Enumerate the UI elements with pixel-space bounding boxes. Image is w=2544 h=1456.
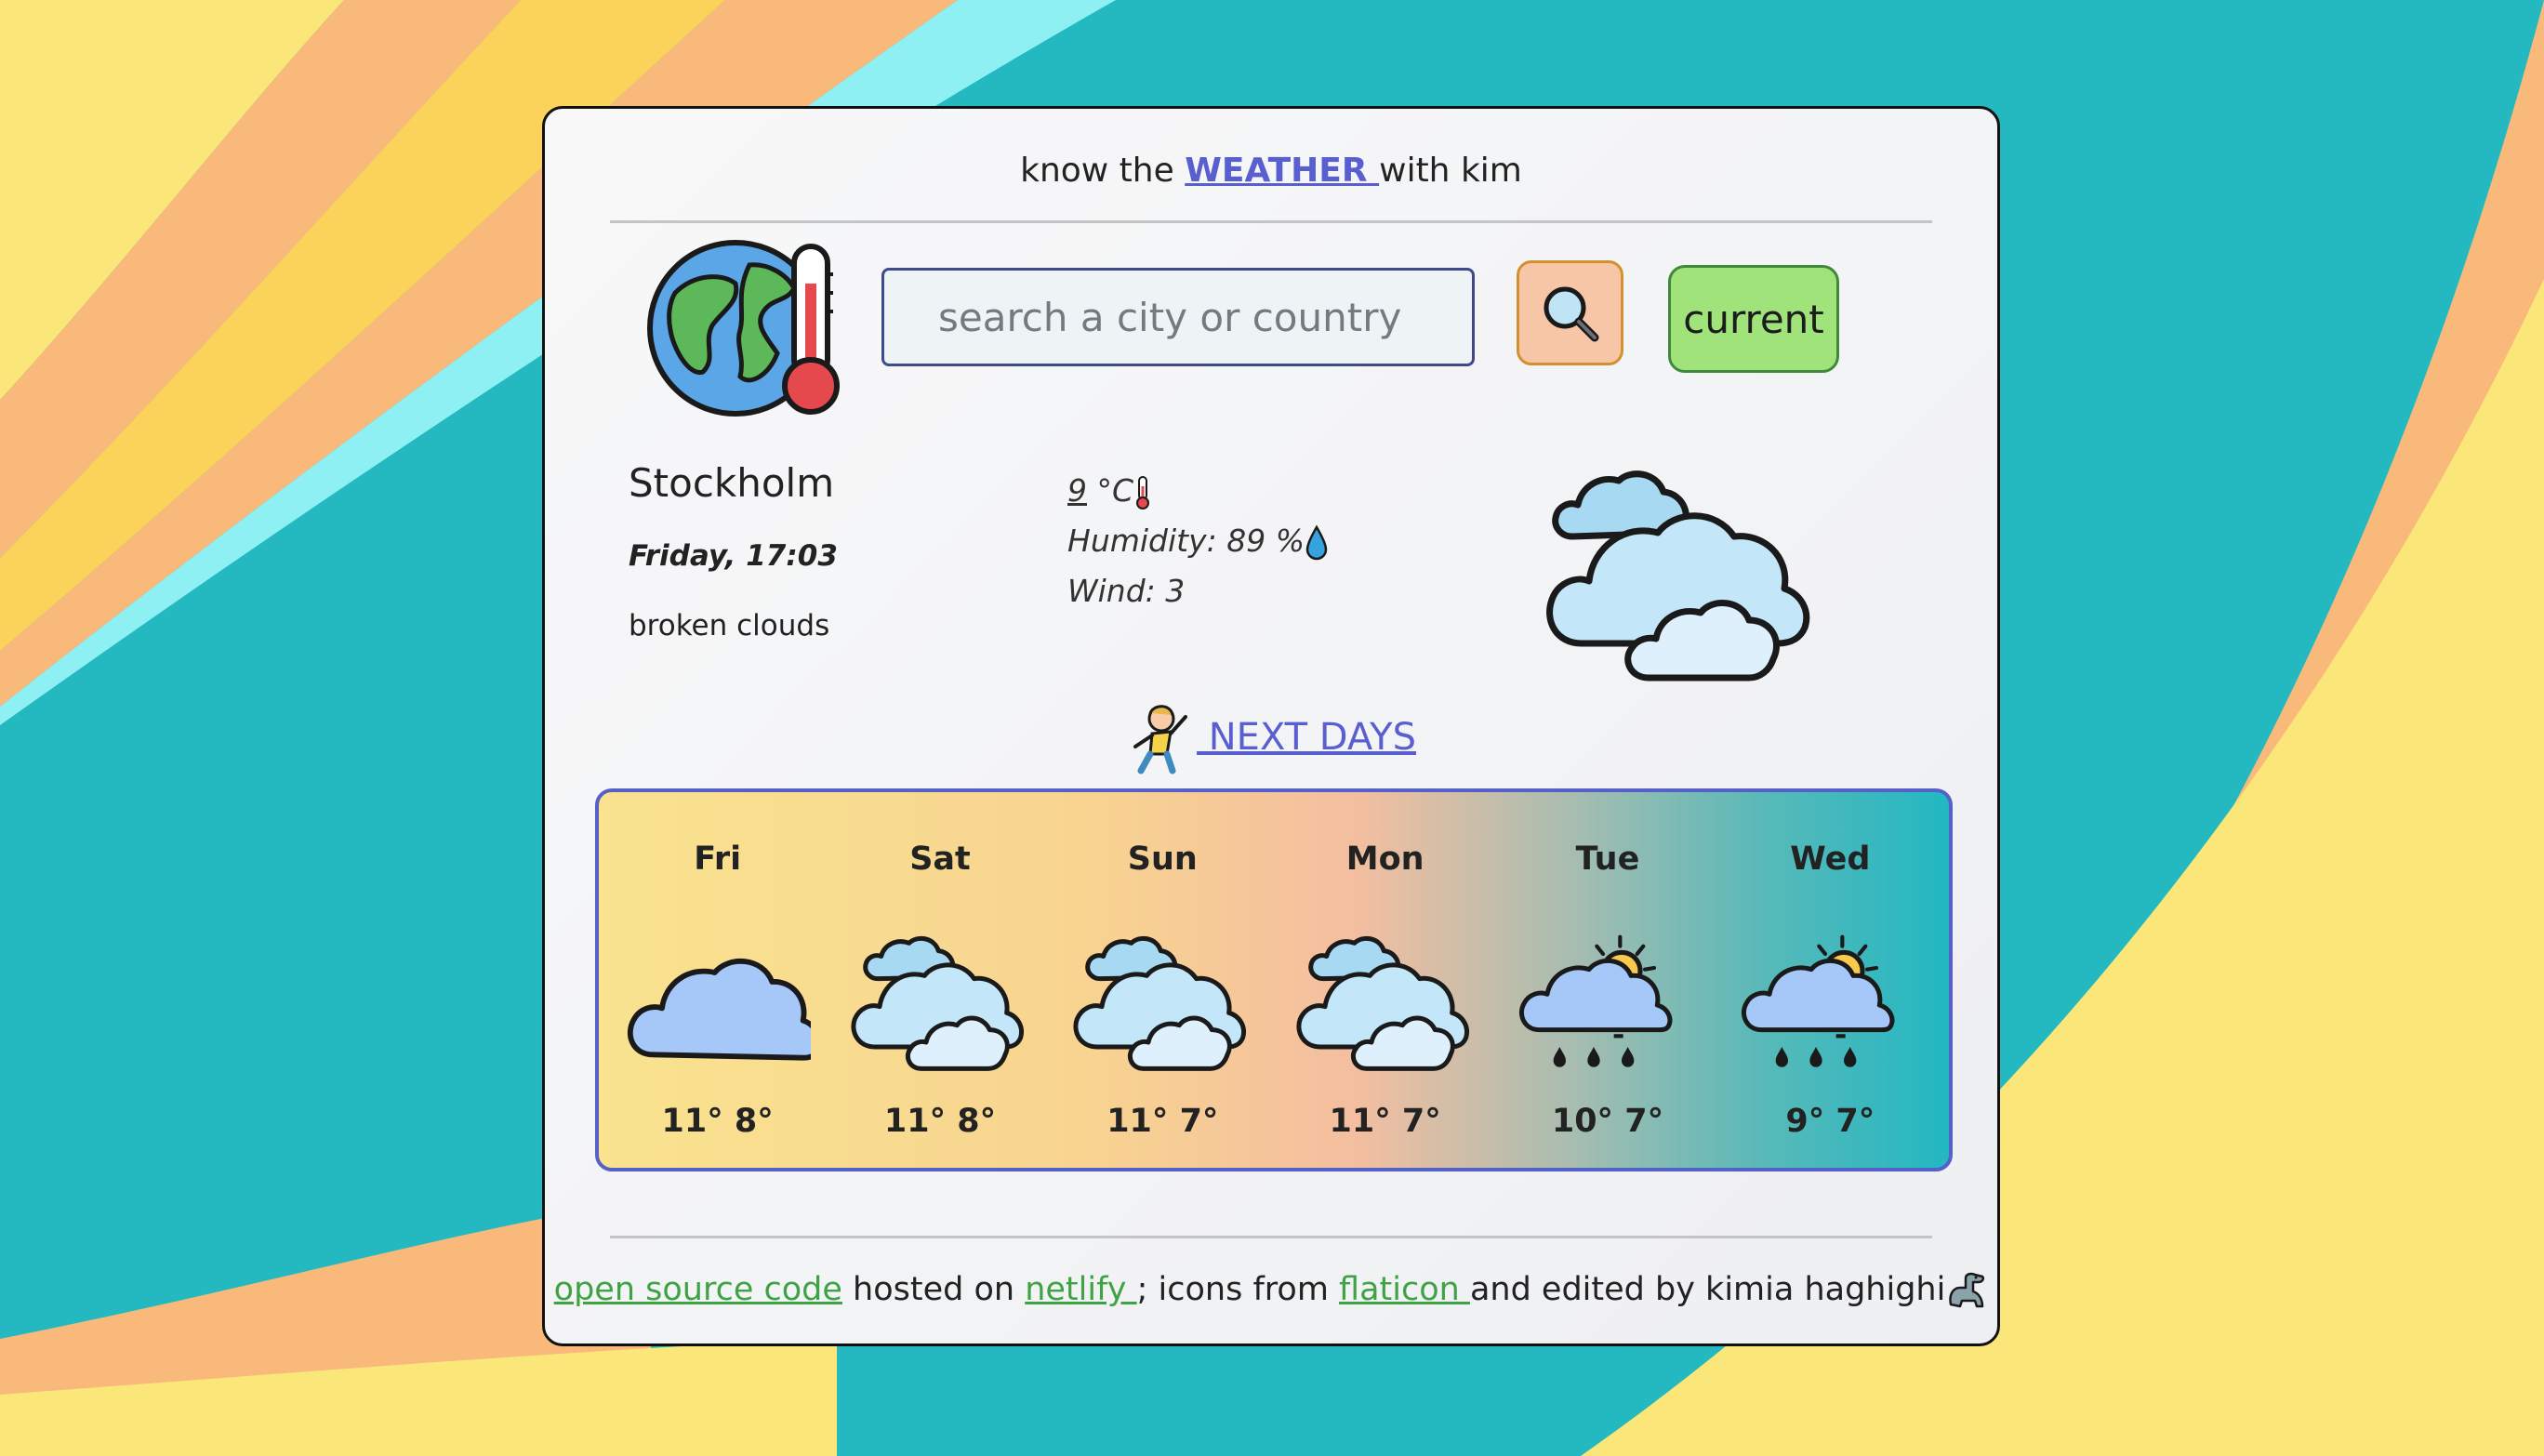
divider — [610, 1236, 1932, 1238]
netlify-link[interactable]: netlify — [1025, 1271, 1136, 1308]
temperature-row: 9 °C — [1067, 466, 1329, 516]
search-input[interactable] — [881, 268, 1475, 366]
footer-edited-text: and edited by kimia haghighi — [1469, 1271, 1946, 1308]
divider — [610, 220, 1932, 223]
forecast-day: Sun 11° 7° — [1052, 792, 1274, 1168]
heading-suffix: with kim — [1379, 152, 1522, 190]
forecast-day-name: Sun — [1127, 841, 1198, 878]
forecast-day-name: Fri — [694, 841, 742, 878]
humidity-value: 89 % — [1226, 523, 1305, 559]
forecast-day: Sat 11° 8° — [828, 792, 1051, 1168]
forecast-day: Wed 9° 7° — [1719, 792, 1941, 1168]
next-days-header: NEXT DAYS — [545, 704, 1997, 774]
flaticon-link[interactable]: flaticon — [1339, 1271, 1470, 1308]
forecast-panel: Fri 11° 8° Sat 11° 8° Sun 11° 7° Mon 11° 7° Tue 1… — [595, 788, 1953, 1171]
forecast-temps: 10° 7° — [1551, 1103, 1664, 1140]
forecast-day-name: Sat — [909, 841, 971, 878]
current-stats: 9 °C Humidity: 89 % Wind: 3 — [1067, 466, 1329, 616]
wind-row: Wind: 3 — [1067, 566, 1329, 616]
sun-rain-icon — [1742, 934, 1895, 1067]
weather-description: broken clouds — [629, 609, 830, 642]
globe-thermometer-icon — [647, 240, 840, 417]
footer-hosted-text: hosted on — [841, 1271, 1026, 1308]
forecast-temps: 11° 8° — [661, 1103, 774, 1140]
forecast-temps: 11° 7° — [1106, 1103, 1219, 1140]
heading-brand-link[interactable]: WEATHER — [1185, 152, 1379, 190]
forecast-temps: 11° 8° — [883, 1103, 997, 1140]
heading-prefix: know the — [1020, 152, 1174, 190]
footer: open source code hosted on netlify ; ico… — [545, 1271, 1997, 1310]
dinosaur-icon — [1949, 1272, 1985, 1308]
water-drop-icon — [1305, 524, 1328, 560]
date-time: Friday, 17:03 — [629, 539, 838, 573]
next-days-link[interactable]: NEXT DAYS — [1197, 716, 1416, 759]
footer-icons-text: ; icons from — [1136, 1271, 1340, 1308]
broken-clouds-icon — [1296, 935, 1469, 1071]
temperature-value[interactable]: 9 — [1067, 472, 1087, 509]
current-location-button[interactable]: current — [1668, 265, 1839, 373]
thermometer-icon — [1136, 475, 1150, 510]
broken-clouds-icon — [1546, 470, 1810, 682]
wind-label: Wind: — [1067, 573, 1156, 609]
forecast-day: Mon 11° 7° — [1274, 792, 1496, 1168]
forecast-day-name: Mon — [1345, 841, 1424, 878]
forecast-day: Tue 10° 7° — [1496, 792, 1718, 1168]
city-name: Stockholm — [629, 460, 835, 506]
humidity-row: Humidity: 89 % — [1067, 516, 1329, 566]
source-code-link[interactable]: open source code — [554, 1271, 842, 1308]
sun-rain-icon — [1518, 934, 1673, 1067]
forecast-day-name: Wed — [1790, 841, 1871, 878]
forecast-temps: 11° 7° — [1329, 1103, 1441, 1140]
magnifier-icon — [1544, 286, 1598, 341]
forecast-day: Fri 11° 8° — [606, 792, 828, 1168]
temperature-unit: °C — [1096, 472, 1134, 509]
broken-clouds-icon — [1073, 935, 1247, 1071]
forecast-day-name: Tue — [1575, 841, 1640, 878]
broken-clouds-icon — [851, 935, 1024, 1071]
search-button[interactable] — [1517, 260, 1623, 365]
forecast-temps: 9° 7° — [1785, 1103, 1875, 1140]
stretching-kid-icon — [1133, 705, 1188, 774]
app-heading: know the WEATHER with kim — [545, 152, 1997, 190]
wind-value: 3 — [1165, 573, 1186, 609]
weather-card: know the WEATHER with kim current Stockh… — [542, 106, 2000, 1346]
humidity-label: Humidity: — [1067, 523, 1217, 559]
cloud-icon — [627, 959, 811, 1061]
